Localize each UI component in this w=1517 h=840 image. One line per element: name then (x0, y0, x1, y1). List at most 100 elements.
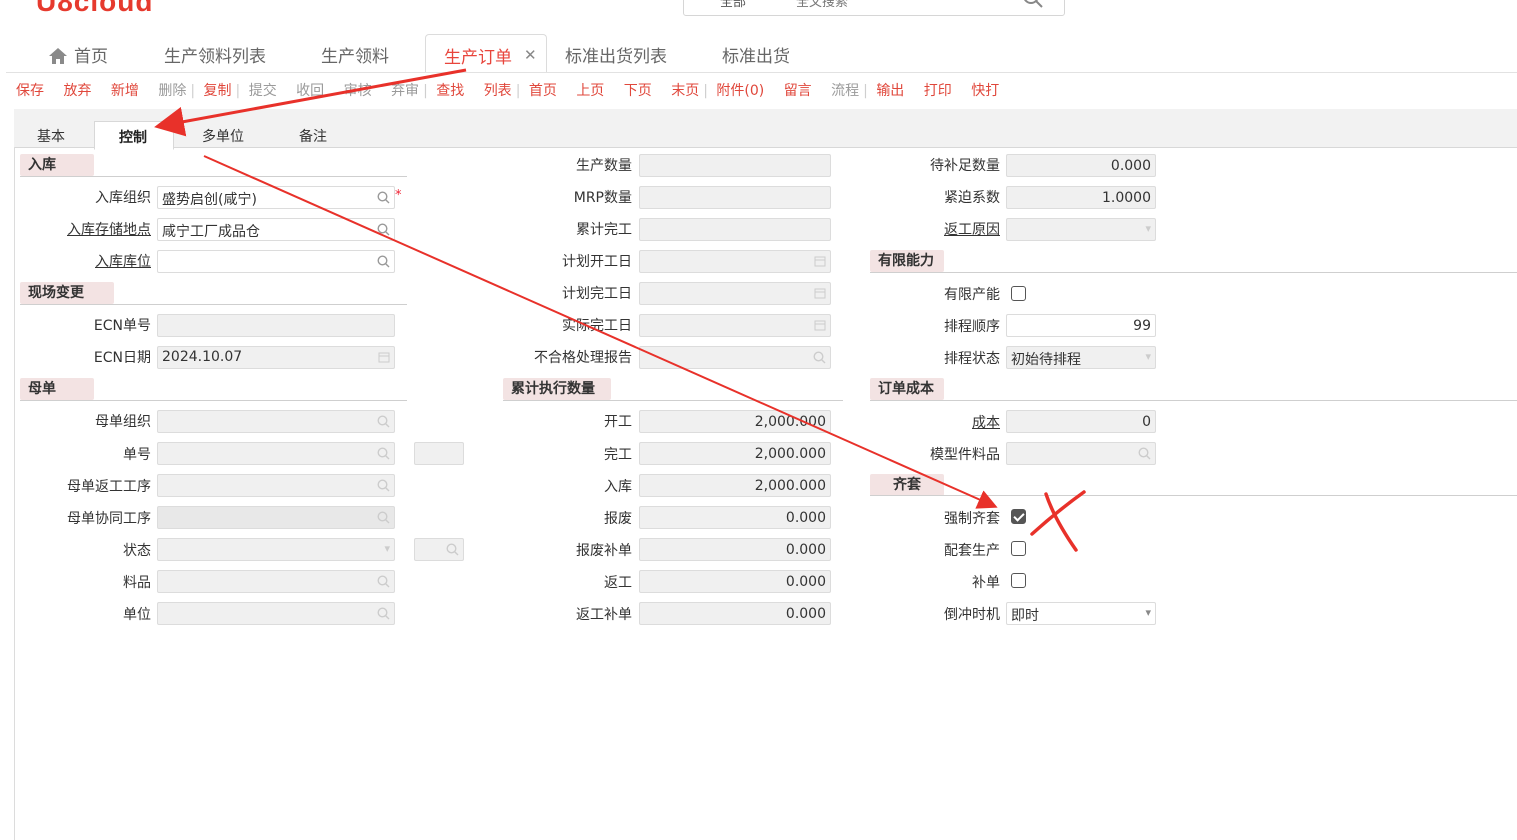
actual-end-field (639, 314, 831, 337)
scrap-qty-label: 报废 (604, 511, 632, 527)
discard-button[interactable]: 放弃 (63, 83, 91, 99)
backflush-timing-label: 倒冲时机 (944, 607, 1000, 623)
field-value: 0.000 (785, 510, 826, 526)
rework-reason-label[interactable]: 返工原因 (870, 219, 1000, 239)
print-button[interactable]: 打印 (924, 83, 952, 99)
supplement-checkbox[interactable] (1011, 573, 1026, 588)
copy-button[interactable]: 复制 (204, 83, 232, 99)
find-button[interactable]: 查找 (436, 83, 464, 99)
finish-qty-field: 2,000.000 (639, 442, 831, 465)
tab-production-pick[interactable]: 生产领料 (321, 42, 389, 72)
tab-home[interactable]: 首页 (48, 42, 108, 72)
search-scope[interactable]: 全部 (720, 0, 746, 10)
backflush-timing-select[interactable]: 即时 ▾ (1006, 602, 1156, 625)
save-button[interactable]: 保存 (16, 83, 44, 99)
parent-no-extra-field (414, 442, 464, 465)
prev-page-button[interactable]: 上页 (576, 83, 604, 99)
pending-qty-field: 0.000 (1006, 154, 1156, 177)
tab-production-pick-list[interactable]: 生产领料列表 (164, 42, 266, 72)
approve-button[interactable]: 审核 (344, 83, 372, 99)
close-icon[interactable]: ✕ (524, 46, 537, 64)
unapprove-button[interactable]: 弃审 (391, 83, 419, 99)
ecn-date-label: ECN日期 (93, 350, 151, 366)
search-icon[interactable] (377, 191, 390, 208)
submit-button[interactable]: 提交 (249, 83, 277, 99)
next-page-button[interactable]: 下页 (624, 83, 652, 99)
sched-status-select: 初始待排程 ▾ (1006, 346, 1156, 369)
search-icon[interactable] (377, 255, 390, 272)
delete-button[interactable]: 删除 (158, 83, 186, 99)
required-mark: * (395, 188, 402, 203)
chevron-down-icon: ▾ (1145, 606, 1151, 619)
list-button[interactable]: 列表 (484, 83, 512, 99)
section-divider (870, 272, 1517, 273)
export-button[interactable]: 输出 (876, 83, 904, 99)
sched-seq-field[interactable]: 99 (1006, 314, 1156, 337)
search-icon (377, 479, 390, 496)
prod-qty-field (639, 154, 831, 177)
section-divider (870, 400, 1517, 401)
calendar-icon (814, 287, 826, 303)
kit-production-label: 配套生产 (944, 543, 1000, 559)
instock-warehouse-label[interactable]: 入库存储地点 (20, 219, 151, 239)
parent-coop-op-label: 母单协同工序 (67, 511, 151, 527)
force-kit-label: 强制齐套 (944, 511, 1000, 527)
tab-divider (6, 72, 1517, 73)
tab-standard-ship[interactable]: 标准出货 (722, 42, 790, 72)
quick-print-button[interactable]: 快打 (971, 83, 999, 99)
prod-qty-label: 生产数量 (576, 158, 632, 174)
subtab-remarks[interactable]: 备注 (299, 126, 327, 146)
chevron-down-icon[interactable]: ▾ (768, 0, 774, 2)
cum-done-label: 累计完工 (576, 222, 632, 238)
ng-report-field (639, 346, 831, 369)
tab-label: 首页 (74, 47, 108, 66)
parent-rework-op-label: 母单返工工序 (67, 479, 151, 495)
global-search[interactable]: 全部 ▾ 全文搜索 (683, 0, 1065, 16)
field-value: 盛势启创(咸宁) (162, 192, 257, 208)
annotation-x-mark-stroke-2 (1030, 490, 1086, 536)
search-icon[interactable] (1022, 0, 1044, 13)
ecn-no-label: ECN单号 (93, 318, 151, 334)
recall-button[interactable]: 收回 (296, 83, 324, 99)
sched-status-label: 排程状态 (944, 351, 1000, 367)
field-value: 0.000 (1110, 158, 1151, 174)
workflow-button[interactable]: 流程 (831, 83, 859, 99)
instock-org-field[interactable]: 盛势启创(咸宁) (157, 186, 395, 209)
parent-unit-field (157, 602, 395, 625)
rework-reason-select: ▾ (1006, 218, 1156, 241)
subtab-basic[interactable]: 基本 (37, 126, 65, 146)
scrap-supp-field: 0.000 (639, 538, 831, 561)
first-page-button[interactable]: 首页 (529, 83, 557, 99)
tab-standard-ship-list[interactable]: 标准出货列表 (565, 42, 667, 72)
subtab-control[interactable]: 控制 (94, 121, 174, 150)
calendar-icon (814, 319, 826, 335)
search-icon[interactable] (377, 223, 390, 240)
calendar-icon (814, 255, 826, 271)
parent-status-label: 状态 (123, 543, 151, 559)
field-value: 即时 (1011, 608, 1039, 624)
attachment-button[interactable]: 附件(0) (716, 83, 764, 99)
ecn-date-field: 2024.10.07 (157, 346, 395, 369)
last-page-button[interactable]: 末页 (671, 83, 699, 99)
instock-warehouse-field[interactable]: 咸宁工厂成品仓 (157, 218, 395, 241)
instock-qty-field: 2,000.000 (639, 474, 831, 497)
tab-production-order[interactable]: 生产订单 ✕ (425, 34, 547, 73)
new-button[interactable]: 新增 (111, 83, 139, 99)
force-kit-checkbox[interactable] (1011, 509, 1026, 524)
section-divider (20, 176, 407, 177)
plan-end-field (639, 282, 831, 305)
section-site-change: 现场变更 (20, 282, 114, 304)
finite-capacity-checkbox[interactable] (1011, 286, 1026, 301)
content-border (14, 147, 15, 840)
instock-location-label[interactable]: 入库库位 (20, 251, 151, 271)
message-button[interactable]: 留言 (784, 83, 812, 99)
section-divider (503, 400, 843, 401)
scrap-supp-label: 报废补单 (576, 543, 632, 559)
mrp-qty-label: MRP数量 (573, 190, 632, 206)
section-kitting: 齐套 (870, 474, 944, 496)
subtab-multi-unit[interactable]: 多单位 (202, 126, 244, 146)
kit-production-checkbox[interactable] (1011, 541, 1026, 556)
cost-label[interactable]: 成本 (870, 412, 1000, 432)
instock-location-field[interactable] (157, 250, 395, 273)
parent-material-field (157, 570, 395, 593)
